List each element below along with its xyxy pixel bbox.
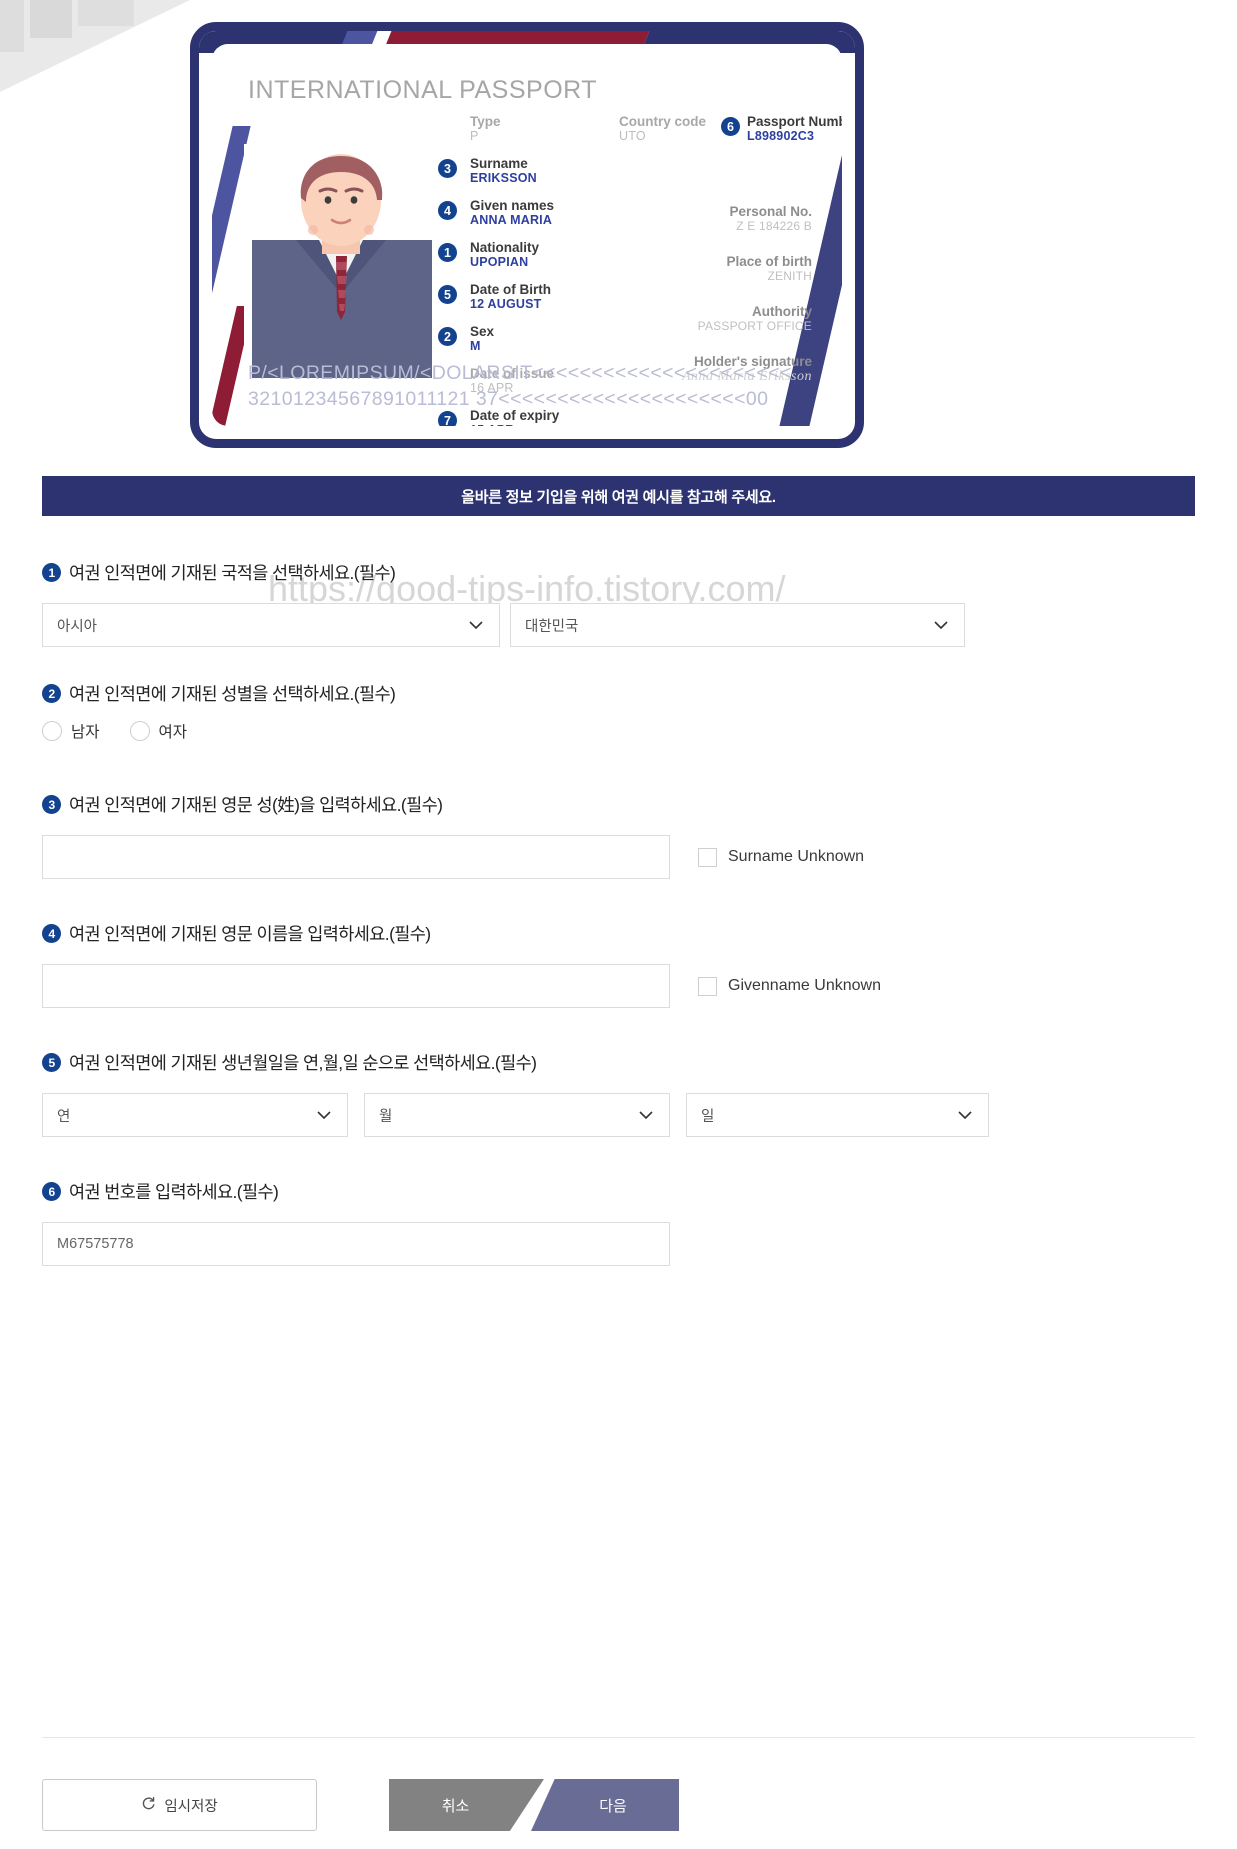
region-select[interactable]: 아시아 bbox=[42, 603, 500, 647]
birth-year-value: 연 bbox=[57, 1108, 71, 1125]
country-code-value: UTO bbox=[619, 129, 646, 143]
cancel-button[interactable]: 취소 bbox=[389, 1779, 544, 1831]
radio-female-dot[interactable] bbox=[129, 721, 150, 741]
surname-unknown-label: Surname Unknown bbox=[728, 848, 865, 865]
passport-example-card: INTERNATIONAL PASSPORT Type P 3 Surname … bbox=[190, 22, 864, 448]
footer-divider bbox=[42, 1737, 1195, 1738]
surname-label: Surname bbox=[470, 156, 528, 171]
corner-decoration bbox=[0, 0, 190, 100]
badge-2: 2 bbox=[438, 327, 457, 346]
question-4-title: 4 여권 인적면에 기재된 영문 이름을 입력하세요.(필수) bbox=[42, 921, 1195, 946]
birth-month-value: 월 bbox=[379, 1108, 393, 1125]
passport-photo bbox=[244, 144, 439, 378]
givenname-unknown-label: Givenname Unknown bbox=[728, 977, 881, 994]
place-of-birth-value: ZENITH bbox=[767, 269, 812, 283]
refresh-icon bbox=[141, 1796, 156, 1815]
birth-year-select[interactable]: 연 bbox=[42, 1093, 348, 1137]
question-3-number: 3 bbox=[42, 795, 61, 814]
passport-field-passport-number: 6 Passport Number L898902C3 bbox=[721, 114, 842, 144]
passport-field-surname: 3 Surname ERIKSSON bbox=[438, 156, 650, 186]
badge-1: 1 bbox=[438, 243, 457, 262]
next-button[interactable]: 다음 bbox=[531, 1779, 679, 1831]
question-5-label: 여권 인적면에 기재된 생년월일을 연,월,일 순으로 선택하세요.(필수) bbox=[69, 1053, 537, 1073]
checkbox-box[interactable] bbox=[698, 847, 717, 867]
footer-actions: 임시저장 취소 다음 bbox=[42, 1779, 1195, 1831]
question-1-label: 여권 인적면에 기재된 국적을 선택하세요.(필수) bbox=[69, 563, 396, 583]
question-3-surname: 3 여권 인적면에 기재된 영문 성(姓)을 입력하세요.(필수) Surnam… bbox=[42, 792, 1195, 879]
radio-male-dot[interactable] bbox=[42, 721, 62, 741]
question-1-nationality: 1 여권 인적면에 기재된 국적을 선택하세요.(필수) 아시아 대한민국 bbox=[42, 560, 1195, 647]
country-select[interactable]: 대한민국 bbox=[510, 603, 965, 647]
question-6-label: 여권 번호를 입력하세요.(필수) bbox=[69, 1182, 279, 1202]
badge-4: 4 bbox=[438, 201, 457, 220]
temp-save-label: 임시저장 bbox=[164, 1798, 218, 1815]
personal-no-label: Personal No. bbox=[729, 204, 812, 219]
temp-save-button[interactable]: 임시저장 bbox=[42, 1779, 317, 1831]
birth-month-select[interactable]: 월 bbox=[364, 1093, 670, 1137]
question-6-number: 6 bbox=[42, 1182, 61, 1201]
question-4-label: 여권 인적면에 기재된 영문 이름을 입력하세요.(필수) bbox=[69, 924, 431, 944]
question-3-title: 3 여권 인적면에 기재된 영문 성(姓)을 입력하세요.(필수) bbox=[42, 792, 1195, 817]
birth-day-value: 일 bbox=[701, 1108, 715, 1125]
radio-male[interactable]: 남자 bbox=[42, 720, 100, 742]
cancel-label: 취소 bbox=[441, 1797, 470, 1815]
surname-unknown-checkbox[interactable]: Surname Unknown bbox=[698, 847, 865, 867]
chevron-down-icon bbox=[317, 1111, 331, 1119]
passport-mrz: P/<LOREMIPSUM/<DOLARSIT<<<<<<<<<<<<<<<<<… bbox=[248, 360, 828, 412]
notice-text: 올바른 정보 기입을 위해 여권 예시를 참고해 주세요. bbox=[461, 488, 776, 506]
personal-no-value: Z E 184226 B bbox=[736, 219, 812, 233]
question-2-number: 2 bbox=[42, 684, 61, 703]
country-select-value: 대한민국 bbox=[525, 618, 579, 635]
passport-form: 1 여권 인적면에 기재된 국적을 선택하세요.(필수) 아시아 대한민국 2 … bbox=[42, 560, 1195, 1274]
badge-7: 7 bbox=[438, 411, 457, 426]
region-select-value: 아시아 bbox=[57, 618, 98, 635]
passport-number-input[interactable]: M67575778 bbox=[42, 1222, 670, 1266]
passport-title: INTERNATIONAL PASSPORT bbox=[248, 76, 598, 104]
question-5-number: 5 bbox=[42, 1053, 61, 1072]
badge-3: 3 bbox=[438, 159, 457, 178]
question-3-label: 여권 인적면에 기재된 영문 성(姓)을 입력하세요.(필수) bbox=[69, 795, 443, 815]
radio-female-label: 여자 bbox=[158, 724, 188, 741]
question-4-number: 4 bbox=[42, 924, 61, 943]
radio-male-label: 남자 bbox=[71, 724, 100, 741]
given-name-input[interactable] bbox=[42, 964, 670, 1008]
passport-number-input-value: M67575778 bbox=[57, 1236, 134, 1252]
chevron-down-icon bbox=[934, 621, 948, 629]
badge-5: 5 bbox=[438, 285, 457, 304]
passport-application-page: INTERNATIONAL PASSPORT Type P 3 Surname … bbox=[0, 0, 1237, 1849]
question-2-label: 여권 인적면에 기재된 성별을 선택하세요.(필수) bbox=[69, 684, 396, 704]
expiry-value: 15 APR bbox=[470, 423, 650, 426]
mrz-line-1: P/<LOREMIPSUM/<DOLARSIT<<<<<<<<<<<<<<<<<… bbox=[248, 362, 792, 384]
chevron-down-icon bbox=[958, 1111, 972, 1119]
next-label: 다음 bbox=[599, 1797, 627, 1815]
question-2-title: 2 여권 인적면에 기재된 성별을 선택하세요.(필수) bbox=[42, 681, 1195, 706]
radio-female[interactable]: 여자 bbox=[129, 720, 188, 742]
birth-day-select[interactable]: 일 bbox=[686, 1093, 989, 1137]
question-6-title: 6 여권 번호를 입력하세요.(필수) bbox=[42, 1179, 1195, 1204]
question-2-sex: 2 여권 인적면에 기재된 성별을 선택하세요.(필수) 남자 여자 bbox=[42, 681, 1195, 742]
question-5-title: 5 여권 인적면에 기재된 생년월일을 연,월,일 순으로 선택하세요.(필수) bbox=[42, 1050, 1195, 1075]
mrz-line-2: 32101234567891011121 37<<<<<<<<<<<<<<<<<… bbox=[248, 388, 769, 410]
checkbox-box[interactable] bbox=[698, 976, 717, 996]
question-6-passport-number: 6 여권 번호를 입력하세요.(필수) M67575778 bbox=[42, 1179, 1195, 1266]
surname-value: ERIKSSON bbox=[470, 171, 537, 185]
chevron-down-icon bbox=[639, 1111, 653, 1119]
authority-value: PASSPORT OFFICE bbox=[697, 319, 812, 333]
place-of-birth-label: Place of birth bbox=[726, 254, 812, 269]
badge-6: 6 bbox=[721, 117, 740, 136]
passport-field-personal-no: Personal No. Z E 184226 B bbox=[582, 204, 812, 234]
question-5-birthdate: 5 여권 인적면에 기재된 생년월일을 연,월,일 순으로 선택하세요.(필수)… bbox=[42, 1050, 1195, 1137]
passport-number-value: L898902C3 bbox=[747, 129, 815, 143]
surname-input[interactable] bbox=[42, 835, 670, 879]
passport-number-label: Passport Number bbox=[747, 114, 842, 129]
question-1-title: 1 여권 인적면에 기재된 국적을 선택하세요.(필수) bbox=[42, 560, 1195, 585]
chevron-down-icon bbox=[469, 621, 483, 629]
passport-field-place-of-birth: Place of birth ZENITH bbox=[582, 254, 812, 284]
notice-banner: 올바른 정보 기입을 위해 여권 예시를 참고해 주세요. bbox=[42, 476, 1195, 516]
passport-field-authority: Authority PASSPORT OFFICE bbox=[582, 304, 812, 334]
question-4-given-name: 4 여권 인적면에 기재된 영문 이름을 입력하세요.(필수) Givennam… bbox=[42, 921, 1195, 1008]
question-1-number: 1 bbox=[42, 563, 61, 582]
givenname-unknown-checkbox[interactable]: Givenname Unknown bbox=[698, 976, 881, 996]
authority-label: Authority bbox=[752, 304, 812, 319]
